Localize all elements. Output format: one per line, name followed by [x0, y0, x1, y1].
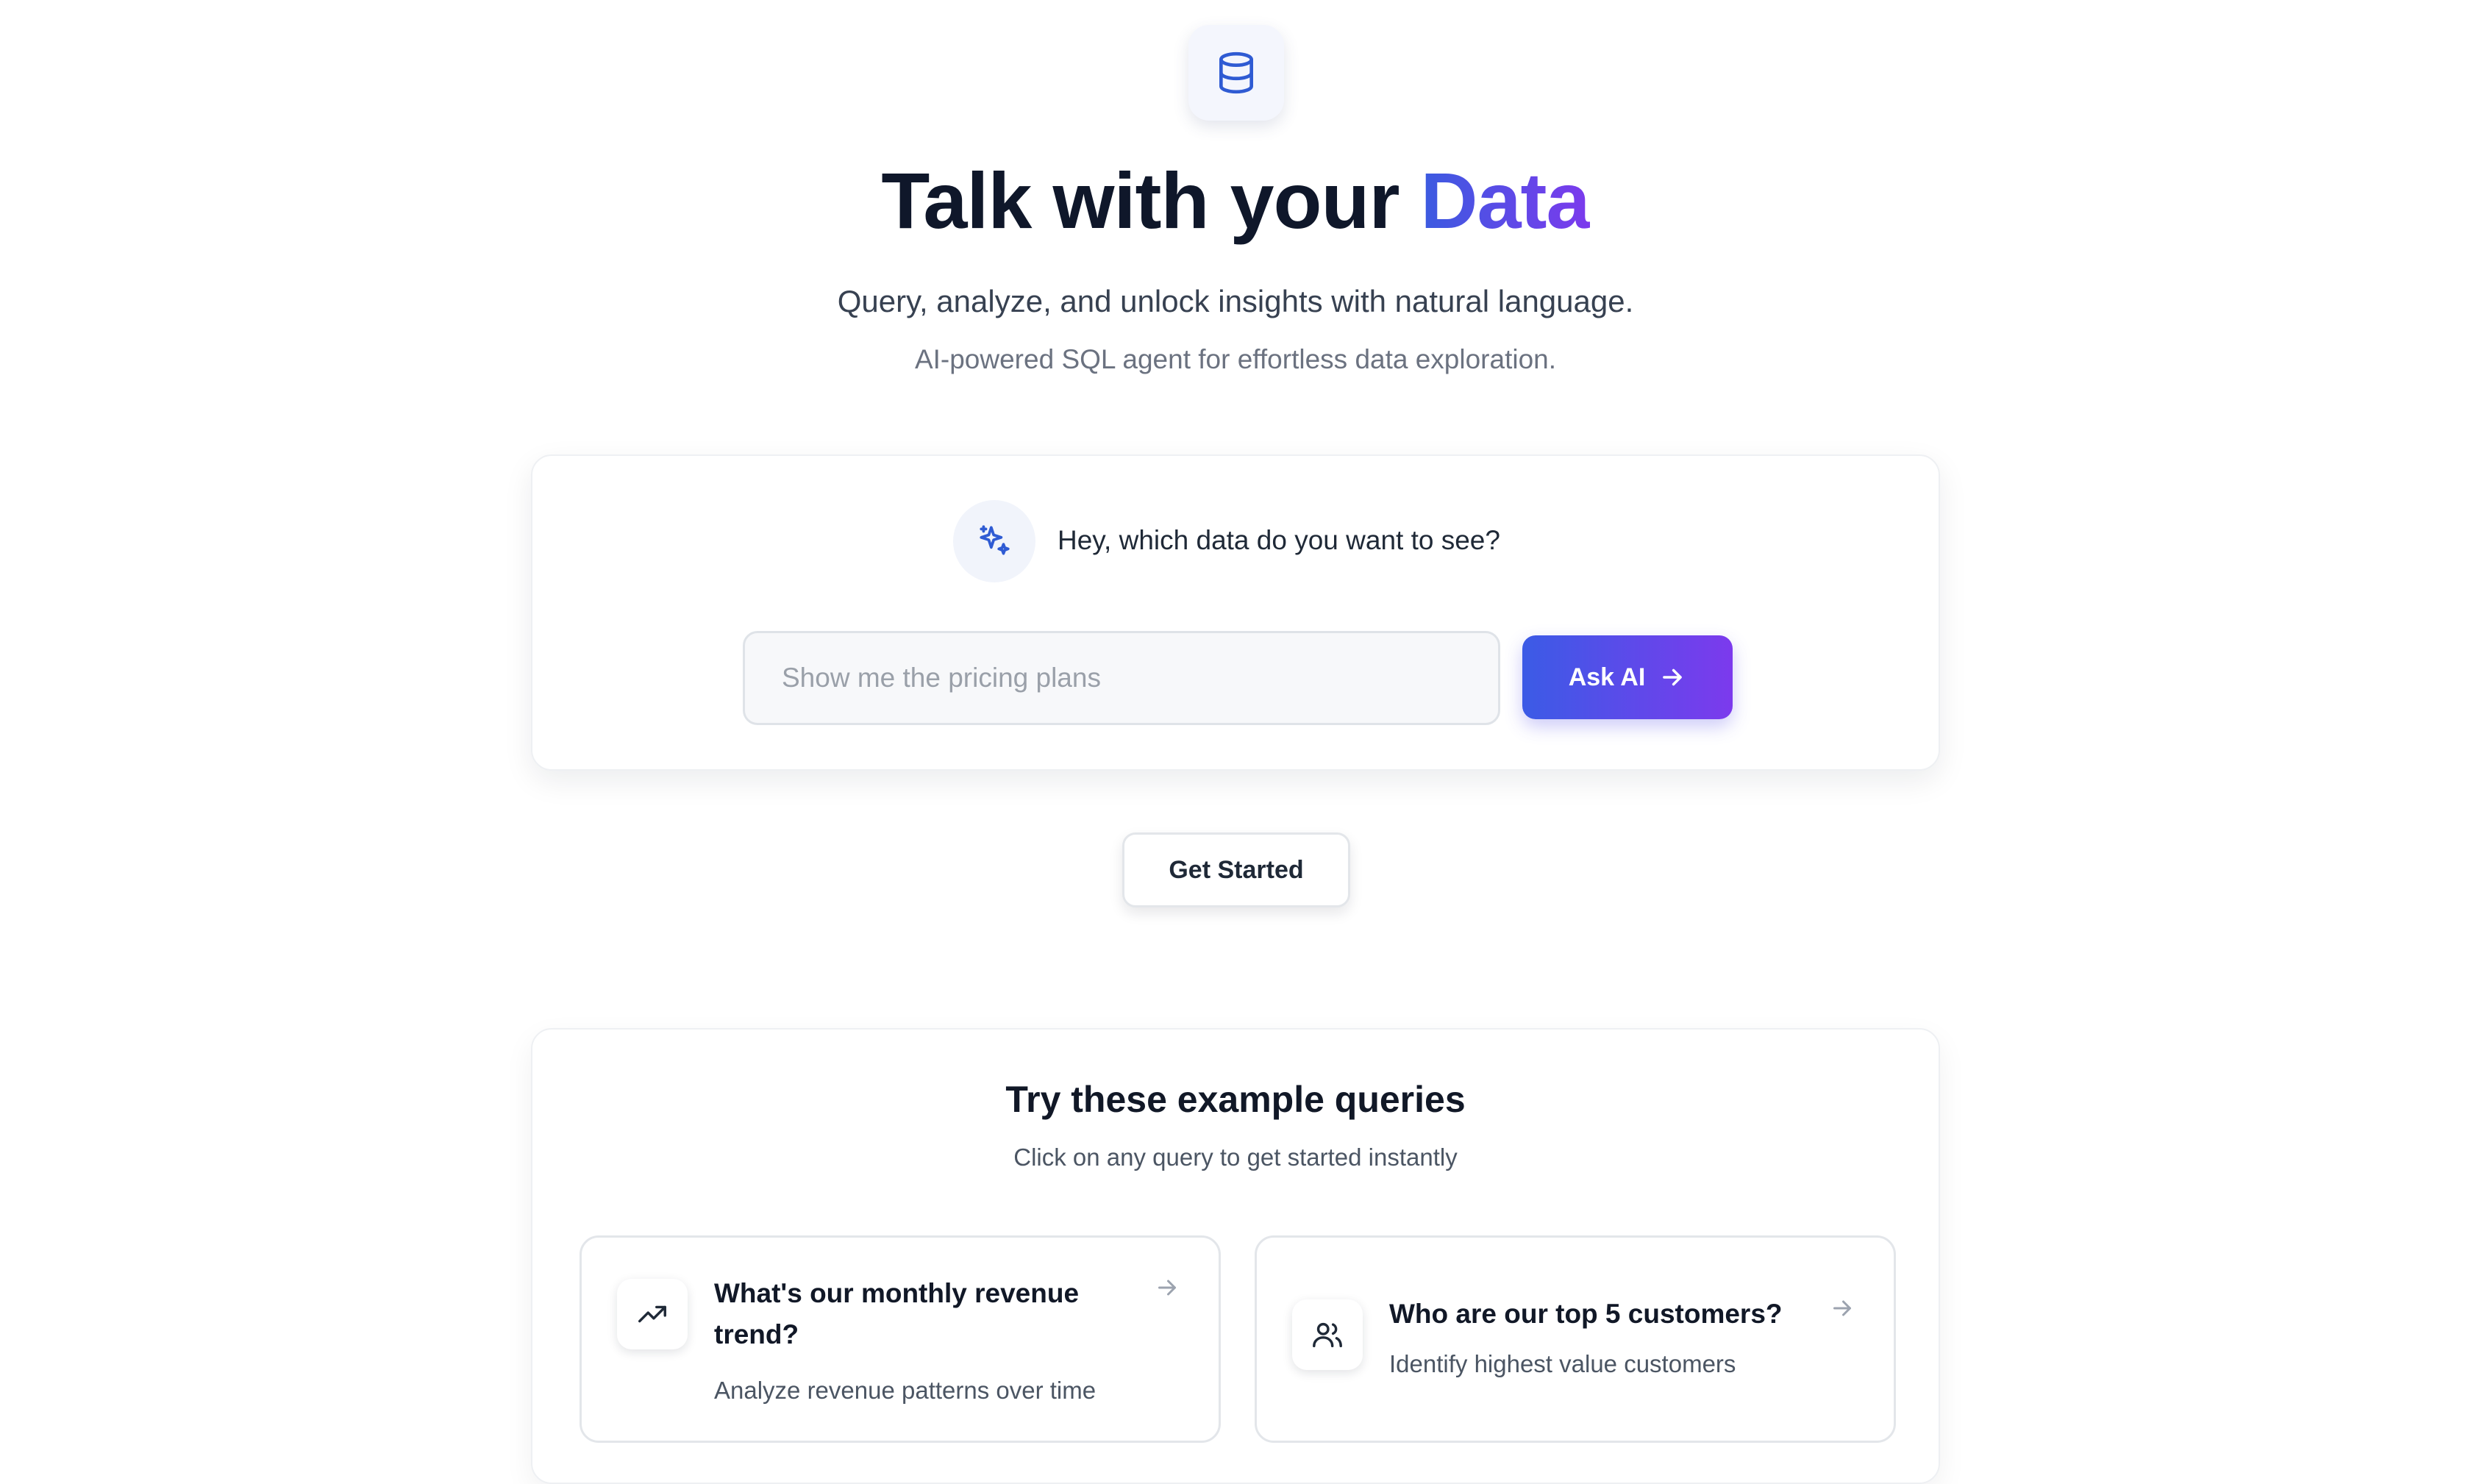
headline-prefix: Talk with your: [881, 156, 1421, 245]
trending-up-icon: [638, 1305, 666, 1323]
examples-title: Try these example queries: [1005, 1079, 1466, 1120]
arrow-right-icon: [1663, 668, 1683, 686]
logo-tile: [1188, 25, 1284, 121]
example-query-card-revenue[interactable]: What's our monthly revenue trend? Analyz…: [580, 1235, 1221, 1443]
query-icon-tile: [617, 1279, 688, 1349]
ask-prompt: Hey, which data do you want to see?: [1058, 525, 1500, 555]
page: Talk with your Data Query, analyze, and …: [0, 0, 2471, 1484]
page-title: Talk with your Data: [0, 153, 2471, 249]
headline-highlight: Data: [1420, 156, 1591, 245]
query-description: Identify highest value customers: [1389, 1350, 1736, 1377]
example-query-card-customers[interactable]: Who are our top 5 customers? Identify hi…: [1255, 1235, 1896, 1443]
hero-tagline: AI-powered SQL agent for effortless data…: [914, 344, 1557, 374]
examples-subtitle: Click on any query to get started instan…: [1013, 1144, 1458, 1171]
example-queries-panel: Try these example queries Click on any q…: [531, 1028, 1940, 1484]
database-icon: [1219, 51, 1253, 94]
ask-card: Hey, which data do you want to see? Ask …: [531, 454, 1940, 771]
query-description: Analyze revenue patterns over time: [714, 1377, 1097, 1404]
arrow-right-icon: [1833, 1300, 1851, 1316]
get-started-button[interactable]: Get Started: [1122, 832, 1350, 907]
arrow-right-icon: [1158, 1280, 1176, 1296]
sparkles-icon: [980, 525, 1010, 555]
hero-subtitle: Query, analyze, and unlock insights with…: [837, 284, 1634, 318]
ask-ai-label: Ask AI: [1568, 663, 1646, 691]
query-input[interactable]: [743, 631, 1500, 725]
sparkle-badge: [953, 500, 1035, 582]
ask-ai-button[interactable]: Ask AI: [1522, 635, 1733, 719]
users-icon: [1313, 1322, 1342, 1348]
query-title: What's our monthly revenue trend?: [714, 1278, 1080, 1349]
query-icon-tile: [1292, 1299, 1363, 1370]
query-title: Who are our top 5 customers?: [1389, 1299, 1783, 1329]
